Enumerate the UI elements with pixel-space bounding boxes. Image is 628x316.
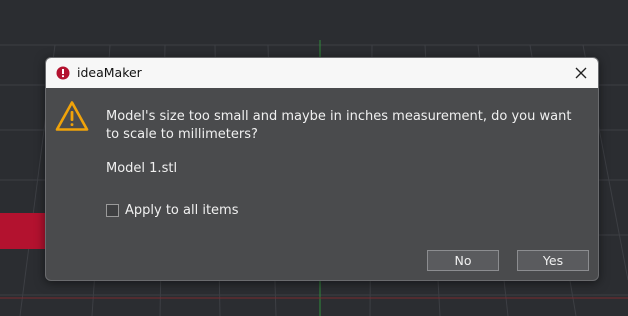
- ideamaker-app-icon: [56, 66, 70, 80]
- apply-all-checkbox-row[interactable]: Apply to all items: [106, 203, 238, 218]
- close-icon: [575, 67, 587, 79]
- apply-all-label[interactable]: Apply to all items: [125, 203, 238, 218]
- viewport-3d[interactable]: ideaMaker Model's size too small and may…: [0, 0, 628, 316]
- dialog-message: Model's size too small and maybe in inch…: [106, 109, 572, 142]
- model-object[interactable]: [0, 213, 48, 249]
- model-file-name: Model 1.stl: [106, 161, 178, 176]
- no-button[interactable]: No: [427, 250, 499, 271]
- scale-dialog: ideaMaker Model's size too small and may…: [45, 57, 599, 281]
- close-button[interactable]: [568, 60, 594, 86]
- apply-all-checkbox[interactable]: [106, 204, 119, 217]
- dialog-titlebar[interactable]: ideaMaker: [46, 58, 598, 88]
- dialog-title: ideaMaker: [77, 65, 142, 80]
- warning-icon: [55, 101, 89, 131]
- yes-button[interactable]: Yes: [517, 250, 589, 271]
